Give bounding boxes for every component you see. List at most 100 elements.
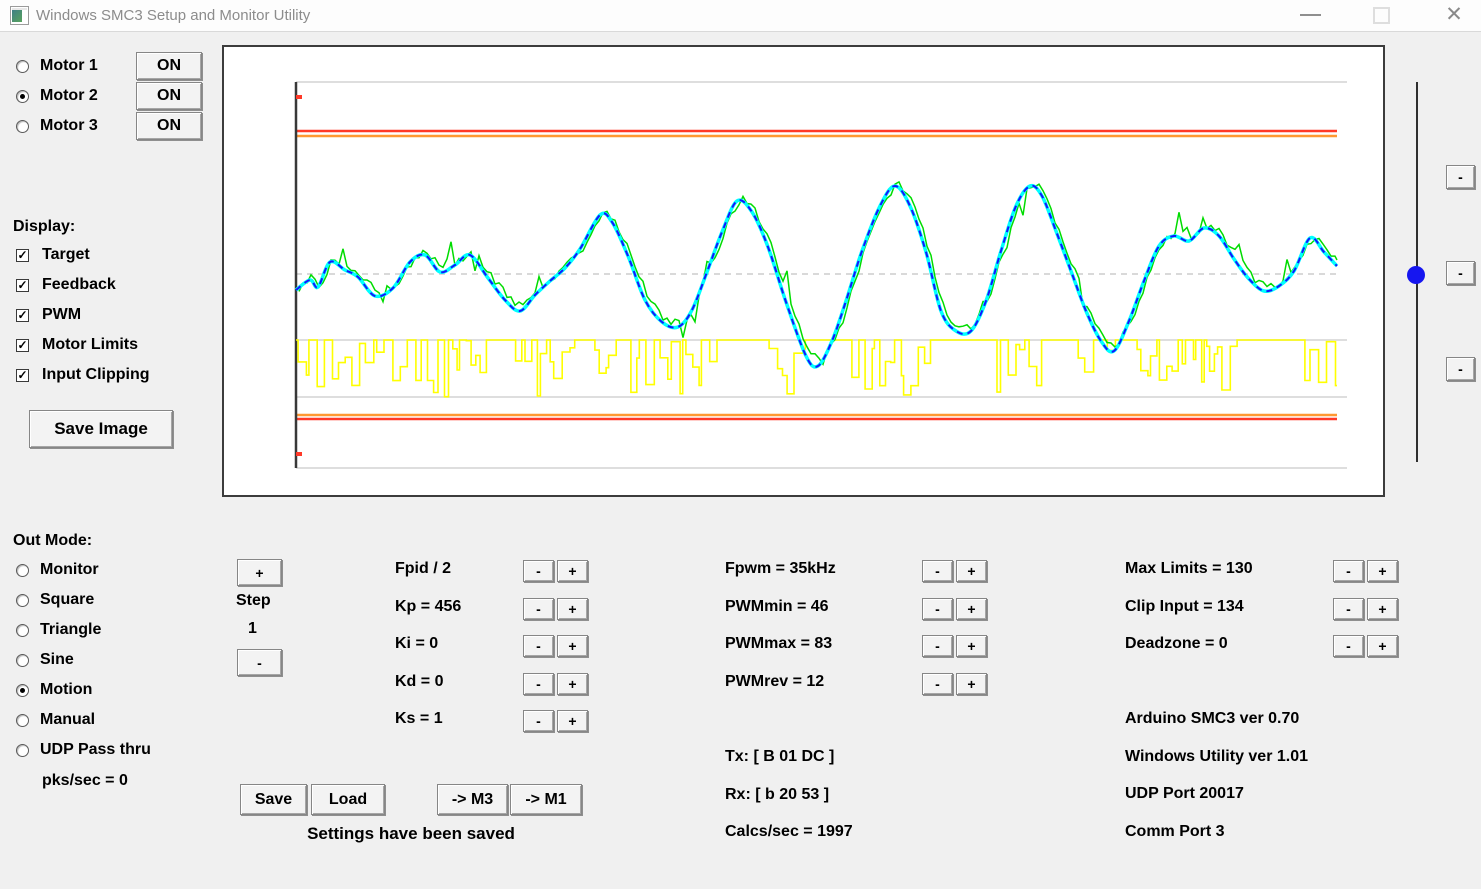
scale-mid-minus-button[interactable]: - [1446, 261, 1475, 285]
display-heading: Display: [13, 218, 75, 236]
ks-value: Ks = 1 [395, 710, 443, 728]
kp-minus-button[interactable]: - [523, 598, 554, 620]
fpid-minus-button[interactable]: - [523, 560, 554, 582]
udp-pass-thru-label: UDP Pass thru [40, 741, 151, 759]
motor3-on-button[interactable]: ON [136, 112, 202, 140]
motor3-radio[interactable] [16, 120, 29, 133]
triangle-label: Triangle [40, 621, 101, 639]
calcs-per-sec-readout: Calcs/sec = 1997 [725, 823, 853, 841]
scale-bottom-minus-button[interactable]: - [1446, 357, 1475, 381]
scope-canvas [224, 47, 1383, 495]
load-button[interactable]: Load [311, 784, 385, 815]
pwmrev-plus-button[interactable]: + [956, 673, 987, 695]
kd-value: Kd = 0 [395, 673, 443, 691]
rx-readout: Rx: [ b 20 53 ] [725, 786, 829, 804]
to-m1-button[interactable]: -> M1 [510, 784, 582, 815]
pwmmin-value: PWMmin = 46 [725, 598, 829, 616]
fpwm-plus-button[interactable]: + [956, 560, 987, 582]
clip-input-plus-button[interactable]: + [1367, 598, 1398, 620]
utility-version: Windows Utility ver 1.01 [1125, 748, 1308, 766]
manual-label: Manual [40, 711, 95, 729]
motor1-radio[interactable] [16, 60, 29, 73]
deadzone-plus-button[interactable]: + [1367, 635, 1398, 657]
motion-label: Motion [40, 681, 92, 699]
ks-plus-button[interactable]: + [557, 710, 588, 732]
manual-radio[interactable] [16, 714, 29, 727]
ks-minus-button[interactable]: - [523, 710, 554, 732]
step-label: Step [236, 592, 271, 610]
maximize-icon[interactable] [1373, 0, 1390, 31]
fpwm-value: Fpwm = 35kHz [725, 560, 836, 578]
target-label: Target [42, 246, 90, 264]
pwmmax-value: PWMmax = 83 [725, 635, 832, 653]
pwmrev-minus-button[interactable]: - [922, 673, 953, 695]
deadzone-value: Deadzone = 0 [1125, 635, 1228, 653]
to-m3-button[interactable]: -> M3 [437, 784, 508, 815]
step-plus-button[interactable]: + [237, 559, 282, 586]
kp-plus-button[interactable]: + [557, 598, 588, 620]
comm-port: Comm Port 3 [1125, 823, 1225, 841]
monitor-radio[interactable] [16, 564, 29, 577]
udp-port: UDP Port 20017 [1125, 785, 1244, 803]
tx-readout: Tx: [ B 01 DC ] [725, 748, 834, 766]
square-radio[interactable] [16, 594, 29, 607]
settings-status: Settings have been saved [270, 824, 552, 844]
kd-minus-button[interactable]: - [523, 673, 554, 695]
fpid-value: Fpid / 2 [395, 560, 451, 578]
pwmmin-minus-button[interactable]: - [922, 598, 953, 620]
motor2-radio[interactable] [16, 90, 29, 103]
monitor-label: Monitor [40, 561, 99, 579]
motor-limits-checkbox[interactable]: ✓ [16, 339, 29, 352]
motor-limits-label: Motor Limits [42, 336, 138, 354]
target-checkbox[interactable]: ✓ [16, 249, 29, 262]
fpid-plus-button[interactable]: + [557, 560, 588, 582]
feedback-label: Feedback [42, 276, 116, 294]
input-clipping-label: Input Clipping [42, 366, 150, 384]
udp-pass-thru-radio[interactable] [16, 744, 29, 757]
minimize-icon[interactable] [1300, 0, 1321, 31]
max-limits-plus-button[interactable]: + [1367, 560, 1398, 582]
close-icon[interactable]: ✕ [1443, 0, 1465, 31]
sine-radio[interactable] [16, 654, 29, 667]
ki-plus-button[interactable]: + [557, 635, 588, 657]
square-label: Square [40, 591, 94, 609]
ki-minus-button[interactable]: - [523, 635, 554, 657]
app-icon [10, 6, 29, 25]
pks-per-sec-value: pks/sec = 0 [42, 772, 128, 790]
kd-plus-button[interactable]: + [557, 673, 588, 695]
pwmmax-plus-button[interactable]: + [956, 635, 987, 657]
out-mode-heading: Out Mode: [13, 532, 92, 550]
titlebar: Windows SMC3 Setup and Monitor Utility ✕ [0, 0, 1481, 32]
step-value: 1 [248, 620, 257, 638]
clip-input-value: Clip Input = 134 [1125, 598, 1244, 616]
pwm-checkbox[interactable]: ✓ [16, 309, 29, 322]
max-limits-value: Max Limits = 130 [1125, 560, 1253, 578]
motor1-on-button[interactable]: ON [136, 52, 202, 80]
step-minus-button[interactable]: - [237, 649, 282, 676]
pwmmin-plus-button[interactable]: + [956, 598, 987, 620]
scale-top-minus-button[interactable]: - [1446, 165, 1475, 189]
scope-panel [222, 45, 1385, 497]
fpwm-minus-button[interactable]: - [922, 560, 953, 582]
window-title: Windows SMC3 Setup and Monitor Utility [36, 0, 310, 31]
input-clipping-checkbox[interactable]: ✓ [16, 369, 29, 382]
clip-input-minus-button[interactable]: - [1333, 598, 1364, 620]
arduino-version: Arduino SMC3 ver 0.70 [1125, 710, 1299, 728]
motion-radio[interactable] [16, 684, 29, 697]
save-button[interactable]: Save [240, 784, 307, 815]
ki-value: Ki = 0 [395, 635, 438, 653]
motor2-on-button[interactable]: ON [136, 82, 202, 110]
motor2-label: Motor 2 [40, 87, 98, 105]
sine-label: Sine [40, 651, 74, 669]
feedback-checkbox[interactable]: ✓ [16, 279, 29, 292]
save-image-button[interactable]: Save Image [29, 410, 173, 448]
deadzone-minus-button[interactable]: - [1333, 635, 1364, 657]
max-limits-minus-button[interactable]: - [1333, 560, 1364, 582]
motor3-label: Motor 3 [40, 117, 98, 135]
pwmrev-value: PWMrev = 12 [725, 673, 824, 691]
motor1-label: Motor 1 [40, 57, 98, 75]
scale-slider-handle[interactable] [1407, 266, 1425, 284]
kp-value: Kp = 456 [395, 598, 461, 616]
triangle-radio[interactable] [16, 624, 29, 637]
pwmmax-minus-button[interactable]: - [922, 635, 953, 657]
